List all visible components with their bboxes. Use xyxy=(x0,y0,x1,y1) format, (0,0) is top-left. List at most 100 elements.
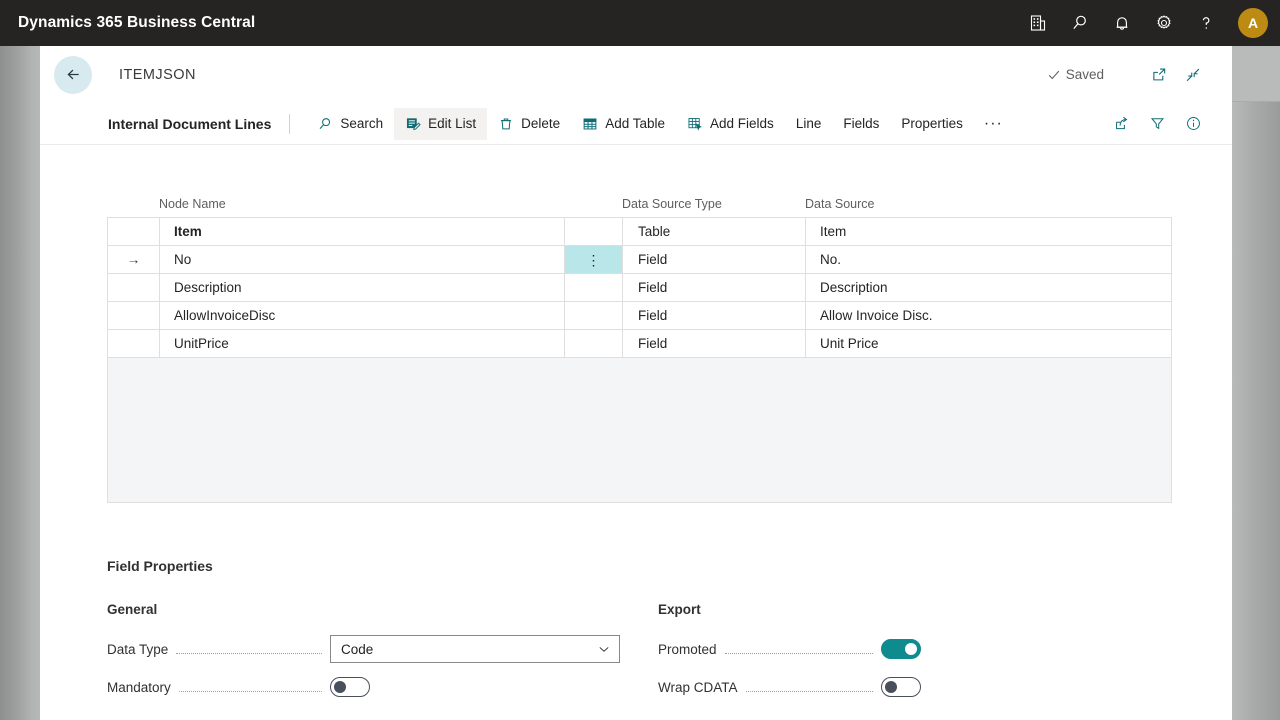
command-add-table-label: Add Table xyxy=(605,116,666,131)
wrap-cdata-row: Wrap CDATA xyxy=(658,672,1171,702)
row-indicator xyxy=(108,274,160,301)
promoted-toggle[interactable] xyxy=(881,639,921,659)
cell-row-menu[interactable] xyxy=(565,330,623,357)
command-bar: Internal Document Lines Search Edit List… xyxy=(40,103,1232,145)
command-line[interactable]: Line xyxy=(785,108,833,140)
cell-data-source-type[interactable]: Field xyxy=(623,246,806,273)
command-search[interactable]: Search xyxy=(306,108,394,140)
page-dialog-panel: ITEMJSON Saved Internal Document Lines S… xyxy=(40,46,1232,720)
column-header-data-source-type: Data Source Type xyxy=(622,197,722,211)
page-title: ITEMJSON xyxy=(119,66,196,83)
cell-data-source-type[interactable]: Field xyxy=(623,274,806,301)
command-properties[interactable]: Properties xyxy=(890,108,974,140)
table-empty-area xyxy=(107,358,1172,503)
cell-node-name[interactable]: Description xyxy=(160,274,565,301)
cell-node-name[interactable]: No xyxy=(160,246,565,273)
dimmed-backdrop-right xyxy=(1232,46,1280,720)
general-section: General Data Type Code Mandatory xyxy=(107,602,620,710)
cell-row-menu[interactable]: ⋮ xyxy=(565,246,623,273)
open-in-new-window-icon[interactable] xyxy=(1142,58,1176,92)
export-section-heading: Export xyxy=(658,602,701,617)
field-properties-title: Field Properties xyxy=(107,558,213,574)
mandatory-toggle[interactable] xyxy=(330,677,370,697)
table-column-headers: Node Name Data Source Type Data Source xyxy=(107,189,1172,217)
dialog-header: ITEMJSON Saved xyxy=(40,46,1232,103)
column-header-node-name: Node Name xyxy=(159,197,226,211)
info-circle-icon[interactable] xyxy=(1176,107,1210,141)
table-row[interactable]: → No ⋮ Field No. xyxy=(108,246,1171,274)
table-row[interactable]: AllowInvoiceDisc Field Allow Invoice Dis… xyxy=(108,302,1171,330)
cell-data-source-type[interactable]: Table xyxy=(623,218,806,245)
command-add-fields[interactable]: Add Fields xyxy=(676,108,785,140)
row-indicator: → xyxy=(108,246,160,273)
command-add-fields-label: Add Fields xyxy=(710,116,774,131)
command-fields[interactable]: Fields xyxy=(832,108,890,140)
command-edit-list[interactable]: Edit List xyxy=(394,107,488,140)
cell-data-source[interactable]: Allow Invoice Disc. xyxy=(806,302,1173,329)
screen-root: Dynamics 365 Business Central A ITEMJSON… xyxy=(0,0,1280,720)
chevron-down-icon xyxy=(597,642,611,656)
notification-bell-icon[interactable] xyxy=(1104,5,1140,41)
cell-node-name[interactable]: UnitPrice xyxy=(160,330,565,357)
command-bar-separator xyxy=(289,113,291,134)
command-fields-label: Fields xyxy=(843,116,880,131)
cell-row-menu[interactable] xyxy=(565,302,623,329)
save-status-label: Saved xyxy=(1065,67,1104,82)
cell-data-source[interactable]: Unit Price xyxy=(806,330,1173,357)
wrap-cdata-toggle[interactable] xyxy=(881,677,921,697)
dimmed-backdrop-right-top xyxy=(1232,46,1280,102)
command-overflow-button[interactable]: ··· xyxy=(974,115,1013,132)
node-table: Node Name Data Source Type Data Source I… xyxy=(107,189,1172,503)
wrap-cdata-label: Wrap CDATA xyxy=(658,679,738,695)
cell-row-menu[interactable] xyxy=(565,274,623,301)
column-header-data-source: Data Source xyxy=(805,197,875,211)
table-body: Item Table Item → No ⋮ Field No. Descrip… xyxy=(107,217,1172,358)
search-icon[interactable] xyxy=(1062,5,1098,41)
cell-data-source-type[interactable]: Field xyxy=(623,330,806,357)
table-row[interactable]: Item Table Item xyxy=(108,218,1171,246)
row-indicator xyxy=(108,218,160,245)
command-bar-right-icons xyxy=(1104,107,1210,141)
command-delete-label: Delete xyxy=(521,116,561,131)
command-delete[interactable]: Delete xyxy=(487,108,571,140)
edit-list-icon xyxy=(405,116,421,132)
dotted-leader xyxy=(176,652,322,654)
cell-node-name[interactable]: Item xyxy=(160,218,565,245)
dotted-leader xyxy=(745,690,873,692)
share-icon[interactable] xyxy=(1104,107,1138,141)
dialog-header-actions: Saved xyxy=(1047,58,1232,92)
command-search-label: Search xyxy=(340,116,384,131)
command-bar-group-title: Internal Document Lines xyxy=(108,115,272,132)
cell-node-name[interactable]: AllowInvoiceDisc xyxy=(160,302,565,329)
cell-data-source[interactable]: Description xyxy=(806,274,1173,301)
cell-row-menu[interactable] xyxy=(565,218,623,245)
back-button[interactable] xyxy=(54,55,92,94)
row-menu-dots-icon: ⋮ xyxy=(586,251,601,268)
data-type-select[interactable]: Code xyxy=(330,635,620,663)
app-header-icon-group: A xyxy=(1020,5,1280,41)
cell-data-source[interactable]: Item xyxy=(806,218,1173,245)
settings-gear-icon[interactable] xyxy=(1146,5,1182,41)
mandatory-label: Mandatory xyxy=(107,679,171,695)
filter-funnel-icon[interactable] xyxy=(1140,107,1174,141)
row-indicator xyxy=(108,302,160,329)
cell-data-source-type[interactable]: Field xyxy=(623,302,806,329)
save-status: Saved xyxy=(1047,67,1104,82)
user-avatar[interactable]: A xyxy=(1238,8,1268,38)
general-section-heading: General xyxy=(107,602,158,617)
cell-data-source[interactable]: No. xyxy=(806,246,1173,273)
collapse-icon[interactable] xyxy=(1176,58,1210,92)
command-edit-list-label: Edit List xyxy=(428,116,477,131)
command-add-table[interactable]: Add Table xyxy=(571,108,676,140)
data-type-value: Code xyxy=(341,641,374,657)
promoted-label: Promoted xyxy=(658,641,717,657)
table-row[interactable]: Description Field Description xyxy=(108,274,1171,302)
app-header-bar: Dynamics 365 Business Central A xyxy=(0,0,1280,46)
dotted-leader xyxy=(724,652,873,654)
data-type-row: Data Type Code xyxy=(107,634,620,664)
help-question-icon[interactable] xyxy=(1188,5,1224,41)
row-indicator xyxy=(108,330,160,357)
checkmark-icon xyxy=(1048,70,1059,79)
company-icon[interactable] xyxy=(1020,5,1056,41)
table-row[interactable]: UnitPrice Field Unit Price xyxy=(108,330,1171,358)
